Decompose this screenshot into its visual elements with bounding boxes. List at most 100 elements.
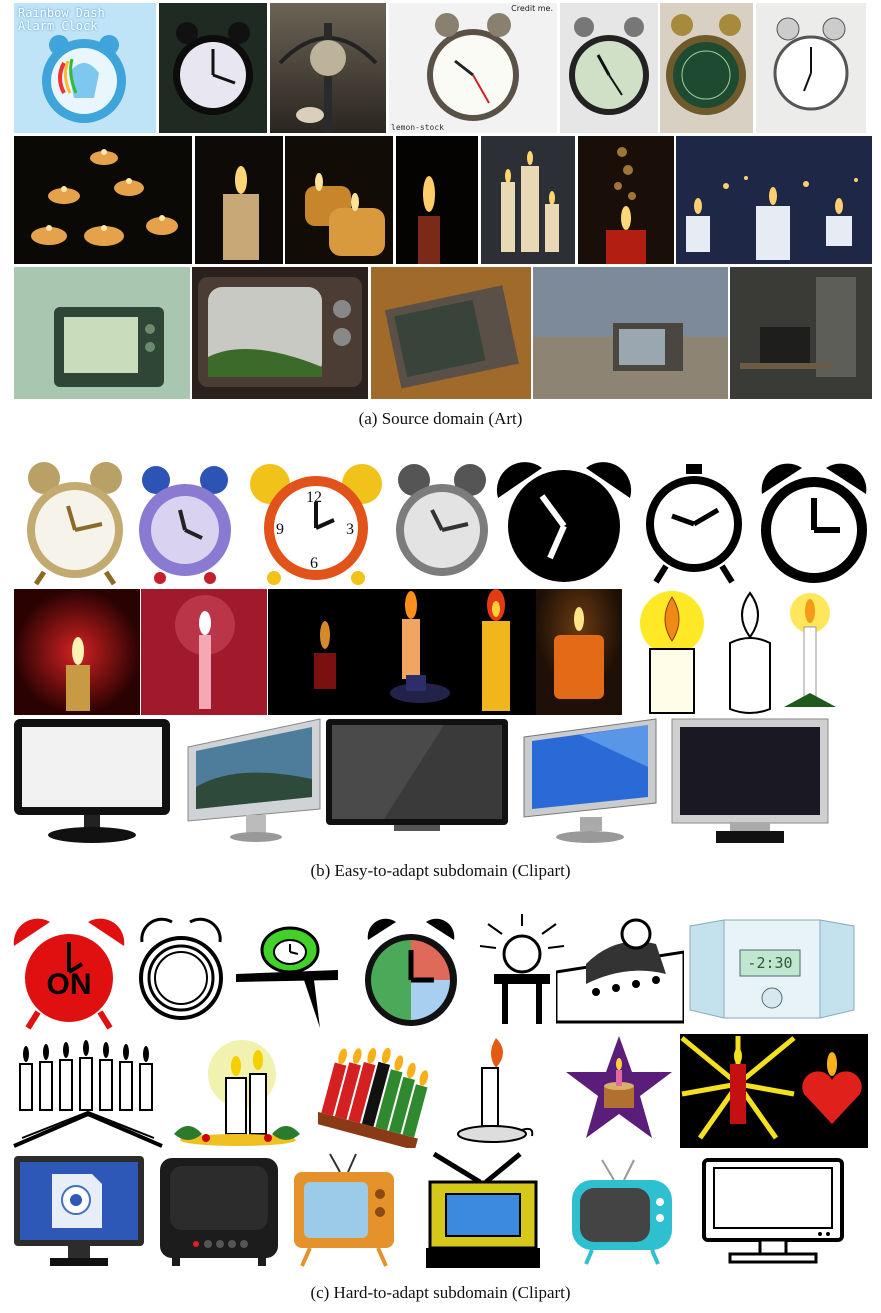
caption-art: (a) Source domain (Art): [358, 409, 523, 428]
digital-time-display: -2:30: [747, 954, 793, 972]
image-clipart-candle-pine: [780, 589, 842, 715]
image-art-tv-warehouse: [730, 267, 872, 399]
sketch-clock-graphic: [756, 3, 866, 133]
image-clipart-candle-yellow-halo: [628, 589, 716, 715]
warehouse-tv-graphic: [730, 267, 872, 399]
rays-candle-graphic: [680, 1034, 796, 1148]
image-clipart-clock-orange: 12 9 3 6: [244, 458, 388, 586]
image-clipart-monitor-white: [12, 717, 172, 845]
image-hard-candles-book: [12, 1034, 170, 1148]
image-hard-clock-radio: -2:30: [688, 918, 856, 1026]
svg-text:6: 6: [310, 555, 318, 572]
image-hard-tv-retro-orange: [290, 1152, 400, 1268]
image-clipart-monitor-black: [324, 717, 510, 833]
pie-clock-graphic: [365, 918, 457, 1026]
image-hard-clock-red-on: ON: [12, 916, 126, 1030]
yellow-tv-graphic: [426, 1152, 540, 1268]
silver-monitor-graphic: [671, 718, 829, 843]
image-art-clock-sketch: [756, 3, 866, 133]
bed-sleeper-graphic: [556, 918, 684, 1024]
image-hard-candles-kinara: [318, 1034, 432, 1148]
image-rainbow-dash-clock: Rainbow Dash Alarm Clock: [14, 3, 156, 133]
svg-text:3: 3: [346, 521, 354, 538]
teal-tv-graphic: [572, 1159, 672, 1265]
image-hard-candles-holly: [172, 1034, 302, 1148]
image-clipart-candle-red-glow: [14, 589, 140, 715]
tilted-tv-graphic: [371, 267, 531, 399]
gate-clock-graphic: [270, 3, 386, 133]
yellow-halo-candle-graphic: [628, 589, 716, 715]
orange-clock-graphic: 12 9 3 6: [250, 464, 382, 585]
svg-text:9: 9: [276, 521, 284, 538]
image-art-clock-gate: [270, 3, 386, 133]
image-clipart-monitor-silver: [670, 717, 830, 845]
image-art-candle-melting: [195, 136, 283, 264]
amber-candles-graphic: [285, 136, 393, 264]
bold-outline-clock-graphic: [761, 463, 867, 583]
image-hard-tv-dark: [158, 1156, 280, 1266]
image-hard-clock-green-shelf: [234, 916, 340, 1030]
image-clipart-clock-purple: [134, 458, 236, 586]
image-hard-tv-teal: [566, 1156, 678, 1266]
blue-monitor-graphic: [523, 718, 657, 843]
image-hard-candle-chamberstick: [452, 1034, 536, 1148]
line-candle-graphic: [720, 589, 780, 715]
green-face-clock-graphic: [560, 3, 658, 133]
image-clipart-candle-dark-red: [268, 589, 380, 715]
image-clipart-candle-line: [720, 589, 780, 715]
caption-hard: (c) Hard-to-adapt subdomain (Clipart): [310, 1283, 571, 1302]
red-glow-candle-graphic: [14, 589, 140, 715]
orange-candle-graphic: [536, 589, 622, 715]
red-candle-dark-graphic: [396, 136, 478, 264]
image-hard-tv-outline: [700, 1156, 846, 1266]
image-art-clock-green-face: [560, 3, 658, 133]
pink-candle-graphic: [141, 589, 267, 715]
image-clipart-candle-orange: [536, 589, 622, 715]
rainbow-title-line2: Alarm Clock: [18, 19, 98, 33]
image-clipart-clock-bold-outline: [756, 458, 872, 586]
book-candles-graphic: [13, 1040, 163, 1148]
image-hard-clock-pie: [362, 916, 460, 1030]
image-art-clock-dark: [159, 3, 267, 133]
purple-clock-graphic: [139, 466, 231, 584]
blue-candles-graphic: [676, 136, 872, 264]
credit-text: Credit me.: [511, 4, 553, 13]
imac-monitor-graphic: [187, 718, 321, 842]
heart-candle-graphic: [796, 1034, 868, 1148]
image-art-clock-credit: Credit me. lemon-stock: [389, 3, 557, 133]
image-clipart-candle-holder: [380, 589, 460, 715]
image-art-tv-green: [14, 267, 190, 399]
pine-candle-graphic: [780, 589, 842, 715]
image-hard-clock-rings: [138, 916, 224, 1030]
image-art-candles-floating: [14, 136, 192, 264]
melting-candle-graphic: [195, 136, 283, 264]
candle-holder-graphic: [380, 589, 460, 715]
image-clipart-monitor-blue: [520, 717, 660, 845]
image-art-candles-amber: [285, 136, 393, 264]
image-art-clock-brass: [660, 3, 753, 133]
dark-alarm-clock-graphic: [159, 3, 267, 133]
beige-clock-graphic: [27, 462, 123, 586]
image-clipart-clock-beige: [20, 458, 130, 586]
image-hard-clock-bed: [556, 912, 684, 1026]
holly-candles-graphic: [174, 1040, 300, 1146]
image-hard-tv-eye-monitor: [12, 1154, 146, 1268]
white-monitor-graphic: [14, 719, 170, 843]
image-art-tv-tilted: [371, 267, 531, 399]
image-art-tv-cracked: [192, 267, 368, 399]
star-candle-graphic: [566, 1036, 672, 1138]
image-hard-candle-heart: [796, 1034, 868, 1148]
image-hard-tv-yellow: [424, 1152, 542, 1268]
image-hard-candle-rays: [680, 1034, 796, 1148]
dark-tv-graphic: [160, 1158, 278, 1266]
green-tv-graphic: [14, 267, 190, 399]
image-clipart-clock-outline: [642, 458, 746, 586]
image-art-candle-red-dark: [396, 136, 478, 264]
on-label: ON: [46, 968, 92, 1001]
retro-orange-tv-graphic: [294, 1153, 394, 1267]
brass-clock-graphic: [660, 3, 753, 133]
image-art-candles-blue: [676, 136, 872, 264]
lemon-stock-text: lemon-stock: [391, 123, 444, 132]
outline-clock-graphic: [646, 464, 742, 584]
image-clipart-candle-yellow: [460, 589, 536, 715]
